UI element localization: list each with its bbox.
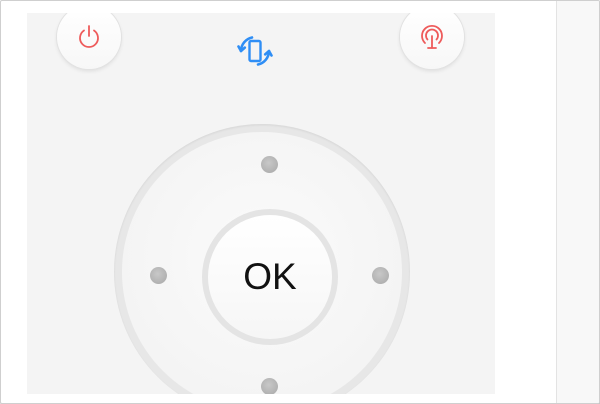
side-panel: [556, 1, 599, 403]
power-icon: [79, 25, 99, 48]
screen-rotate-button[interactable]: [233, 29, 277, 73]
direction-pad-ring: OK: [122, 132, 402, 394]
direction-pad: OK: [114, 124, 410, 394]
screen-rotate-icon: [237, 36, 273, 66]
power-button[interactable]: [57, 13, 121, 69]
ok-button-label: OK: [243, 256, 297, 297]
dpad-up-button[interactable]: [261, 156, 278, 173]
ok-button-ring: OK: [202, 209, 338, 345]
ok-button[interactable]: OK: [208, 215, 332, 339]
window-frame: OK: [0, 0, 600, 404]
dpad-left-button[interactable]: [150, 267, 167, 284]
cast-broadcast-icon: [421, 24, 443, 49]
cast-button[interactable]: [400, 13, 464, 69]
remote-control-panel: OK: [27, 13, 495, 394]
dpad-right-button[interactable]: [372, 267, 389, 284]
dpad-down-button[interactable]: [261, 378, 278, 394]
